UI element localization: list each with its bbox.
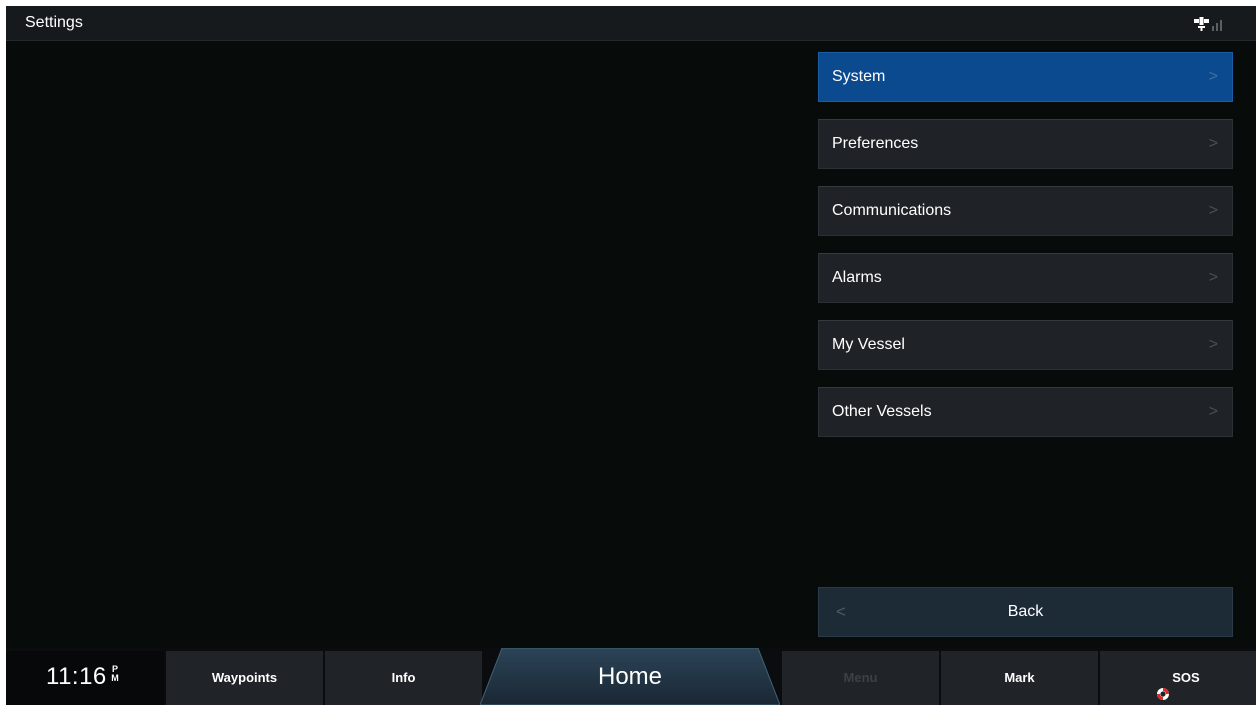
bottom-bar: 11:16 P M Waypoints Info Home Menu Mark … xyxy=(6,648,1256,705)
menu-item-label: System xyxy=(832,68,886,85)
menu-item-label: Communications xyxy=(832,202,952,219)
menu-item-label: Alarms xyxy=(832,269,882,286)
waypoints-label: Waypoints xyxy=(211,670,278,685)
clock: 11:16 P M xyxy=(6,651,164,705)
chevron-right-icon: > xyxy=(1208,336,1218,353)
clock-time: 11:16 xyxy=(46,663,107,690)
chevron-right-icon: > xyxy=(1208,202,1218,219)
menu-item-other-vessels[interactable]: Other Vessels > xyxy=(818,387,1233,437)
chevron-right-icon: > xyxy=(1208,403,1218,420)
waypoints-button[interactable]: Waypoints xyxy=(165,651,323,705)
clock-ampm-bottom: M xyxy=(111,673,119,683)
menu-item-label: Preferences xyxy=(832,135,919,152)
home-button[interactable]: Home xyxy=(480,648,780,705)
menu-item-label: Other Vessels xyxy=(832,403,932,420)
settings-screen: Settings System > Preferences > Communic… xyxy=(6,6,1256,705)
gps-signal-icon xyxy=(1192,14,1232,34)
back-button[interactable]: < Back xyxy=(818,587,1233,637)
clock-ampm: P M xyxy=(110,665,120,683)
home-label: Home xyxy=(597,663,663,690)
menu-item-preferences[interactable]: Preferences > xyxy=(818,119,1233,169)
sos-label: SOS xyxy=(1172,670,1200,685)
menu-item-communications[interactable]: Communications > xyxy=(818,186,1233,236)
chevron-right-icon: > xyxy=(1208,68,1218,85)
info-label: Info xyxy=(391,670,416,685)
back-label: Back xyxy=(1007,603,1044,620)
sos-button[interactable]: SOS xyxy=(1099,651,1256,705)
mark-label: Mark xyxy=(1004,670,1035,685)
menu-item-label: My Vessel xyxy=(832,336,905,353)
chevron-right-icon: > xyxy=(1208,269,1218,286)
menu-label: Menu xyxy=(843,670,878,685)
mark-button[interactable]: Mark xyxy=(940,651,1098,705)
info-button[interactable]: Info xyxy=(324,651,482,705)
menu-button[interactable]: Menu xyxy=(781,651,939,705)
menu-item-my-vessel[interactable]: My Vessel > xyxy=(818,320,1233,370)
menu-item-alarms[interactable]: Alarms > xyxy=(818,253,1233,303)
chevron-right-icon: > xyxy=(1208,135,1218,152)
page-title: Settings xyxy=(25,14,83,31)
lifebuoy-icon xyxy=(1156,670,1170,700)
menu-item-system[interactable]: System > xyxy=(818,52,1233,102)
title-bar: Settings xyxy=(6,6,1256,41)
